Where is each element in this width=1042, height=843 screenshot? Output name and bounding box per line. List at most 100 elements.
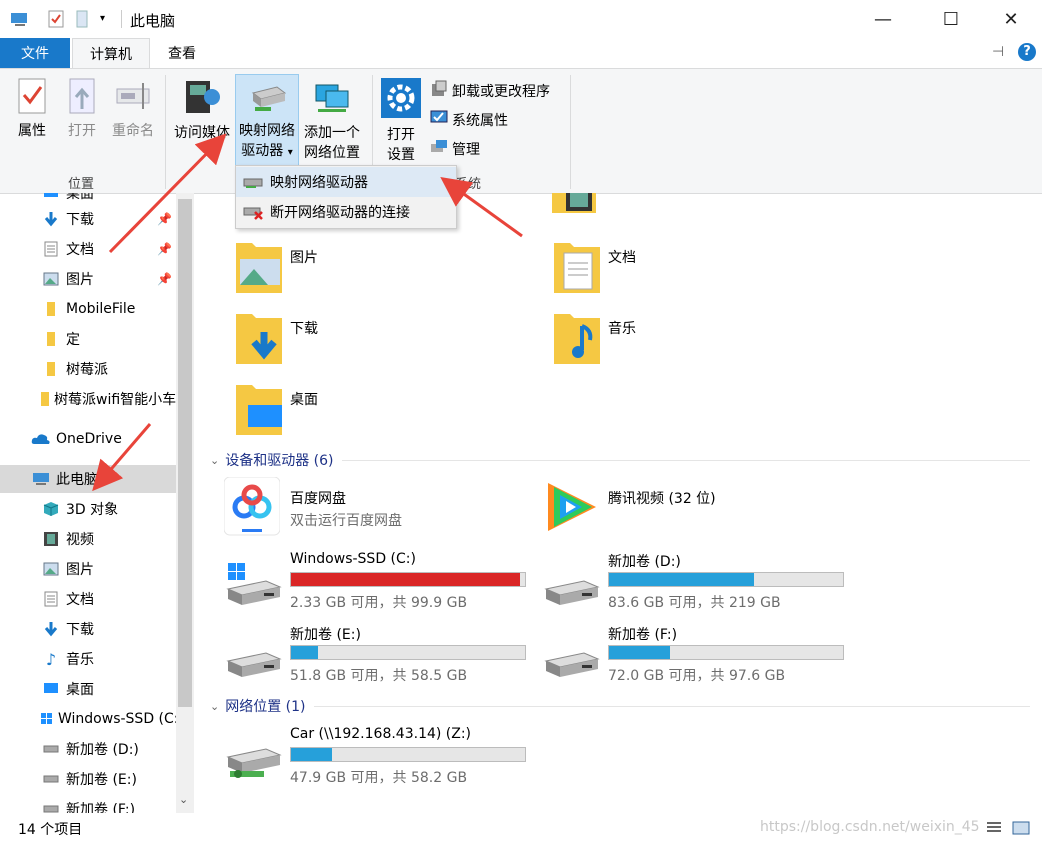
drive-icon[interactable]	[544, 573, 600, 611]
pin-icon[interactable]: 📌	[157, 212, 172, 226]
nav-label: 新加卷 (F:)	[66, 802, 136, 813]
drive-usage-bar	[608, 645, 844, 660]
title-separator	[121, 10, 122, 28]
folder-name[interactable]: 下载	[290, 318, 318, 338]
music-note-icon: ♪	[45, 649, 57, 669]
nav-label: 树莓派	[66, 362, 108, 378]
pictures-icon	[40, 272, 62, 286]
documents-folder-icon[interactable]	[552, 239, 602, 299]
access-media-button[interactable]: 访问媒体 ▾	[170, 77, 234, 153]
network-section-header[interactable]: ⌄ 网络位置 (1)	[210, 696, 1030, 716]
customize-quick-access-icon[interactable]: ▾	[100, 13, 105, 24]
add-network-location-button[interactable]: 添加一个 网络位置	[301, 77, 363, 163]
system-group-label: 系统	[455, 177, 482, 192]
tab-view[interactable]: 查看	[152, 38, 212, 68]
nav-volume-d[interactable]: 新加卷 (D:)	[0, 735, 176, 763]
nav-documents-2[interactable]: 文档	[0, 585, 176, 613]
nav-raspberry[interactable]: 树莓派	[0, 355, 176, 383]
map-drive-label-line2: 驱动器 ▾	[241, 143, 293, 159]
uninstall-button[interactable]: 卸载或更改程序	[430, 80, 550, 102]
nav-windows-ssd[interactable]: Windows-SSD (C:)	[0, 705, 176, 733]
network-drive-icon	[247, 86, 287, 119]
network-drive-icon[interactable]	[226, 741, 282, 785]
drive-name[interactable]: Car (\\192.168.43.14) (Z:)	[290, 726, 471, 742]
nav-ding[interactable]: 定	[0, 325, 176, 353]
menu-item-disconnect-network-drive[interactable]: 断开网络驱动器的连接	[236, 197, 456, 227]
properties-quick-icon[interactable]	[48, 10, 64, 32]
nav-videos[interactable]: 视频	[0, 525, 176, 553]
pin-icon[interactable]: 📌	[157, 242, 172, 256]
tencent-name[interactable]: 腾讯视频 (32 位)	[608, 488, 716, 508]
large-icons-view-icon[interactable]	[1012, 821, 1030, 839]
drive-icon[interactable]	[544, 645, 600, 683]
music-folder-icon[interactable]	[552, 310, 602, 370]
scroll-thumb[interactable]	[178, 199, 192, 707]
system-properties-button[interactable]: 系统属性	[430, 109, 508, 131]
nav-scrollbar[interactable]: ⌄	[176, 193, 194, 813]
nav-desktop[interactable]: 桌面	[0, 675, 176, 703]
collapse-chevron-icon[interactable]: ⌄	[210, 700, 219, 713]
nav-volume-e[interactable]: 新加卷 (E:)	[0, 765, 176, 793]
open-button[interactable]: 打开	[62, 77, 102, 141]
scroll-down-icon[interactable]: ⌄	[179, 793, 188, 806]
help-icon[interactable]: ?	[1018, 43, 1036, 61]
rename-button[interactable]: 重命名	[108, 77, 158, 141]
window-title: 此电脑	[130, 12, 176, 30]
drive-icon[interactable]	[226, 645, 282, 683]
nav-pictures[interactable]: 图片 📌	[0, 265, 176, 293]
baidu-name[interactable]: 百度网盘	[290, 488, 346, 508]
tab-computer[interactable]: 计算机	[72, 38, 150, 68]
drive-icon	[40, 774, 62, 784]
pin-icon[interactable]: 📌	[157, 272, 172, 286]
menu-item-map-network-drive[interactable]: 映射网络驱动器	[236, 167, 456, 197]
drive-name[interactable]: 新加卷 (E:)	[290, 624, 361, 644]
devices-section-header[interactable]: ⌄ 设备和驱动器 (6)	[210, 450, 1030, 470]
folder-name[interactable]: 文档	[608, 247, 636, 267]
open-settings-button[interactable]: 打开 设置	[378, 77, 424, 165]
pin-ribbon-icon[interactable]: ⊣	[992, 44, 1004, 60]
manage-button[interactable]: 管理	[430, 138, 480, 160]
open-icon	[65, 78, 99, 119]
new-folder-quick-icon[interactable]	[76, 10, 88, 32]
nav-music[interactable]: ♪ 音乐	[0, 645, 176, 673]
folder-name[interactable]: 图片	[290, 247, 318, 267]
ribbon-tabs: 文件 计算机 查看 ⊣ ?	[0, 38, 1042, 68]
section-title: 设备和驱动器 (6)	[225, 453, 334, 469]
videos-folder-icon[interactable]	[552, 193, 602, 221]
desktop-folder-icon[interactable]	[234, 381, 284, 441]
maximize-button[interactable]: ☐	[928, 0, 974, 38]
nav-pictures-2[interactable]: 图片	[0, 555, 176, 583]
drive-name[interactable]: 新加卷 (D:)	[608, 551, 681, 571]
navigation-pane: 桌面 下载 📌 文档 📌 图片 📌 MobileFile 定 树莓派 树莓派wi…	[0, 193, 176, 813]
downloads-folder-icon[interactable]	[234, 310, 284, 370]
map-drive-label-line1: 映射网络	[239, 123, 295, 139]
drive-name[interactable]: Windows-SSD (C:)	[290, 551, 416, 567]
nav-mobilefile[interactable]: MobileFile	[0, 295, 176, 323]
nav-3d-objects[interactable]: 3D 对象	[0, 495, 176, 523]
folder-name[interactable]: 音乐	[608, 318, 636, 338]
nav-downloads-2[interactable]: 下载	[0, 615, 176, 643]
nav-downloads[interactable]: 下载 📌	[0, 205, 176, 233]
folder-icon	[40, 331, 62, 347]
baidu-netdisk-icon[interactable]	[223, 476, 281, 541]
pictures-folder-icon[interactable]	[234, 239, 284, 299]
tencent-video-icon[interactable]	[542, 477, 602, 541]
map-network-drive-button[interactable]: 映射网络 驱动器 ▾	[235, 74, 299, 166]
rename-label: 重命名	[112, 123, 154, 139]
minimize-button[interactable]: —	[860, 0, 906, 38]
nav-documents[interactable]: 文档 📌	[0, 235, 176, 263]
details-view-icon[interactable]	[986, 821, 1002, 839]
nav-onedrive[interactable]: OneDrive	[0, 425, 176, 453]
folder-name[interactable]: 桌面	[290, 389, 318, 409]
windows-drive-icon[interactable]	[226, 563, 282, 611]
drive-usage-fill	[609, 646, 671, 659]
collapse-chevron-icon[interactable]: ⌄	[210, 454, 219, 467]
nav-this-pc[interactable]: 此电脑	[0, 465, 176, 493]
drive-name[interactable]: 新加卷 (F:)	[608, 624, 677, 644]
status-bar: 14 个项目 https://blog.csdn.net/weixin_45	[0, 813, 1042, 843]
properties-button[interactable]: 属性	[10, 77, 54, 141]
nav-volume-f[interactable]: 新加卷 (F:)	[0, 795, 176, 813]
nav-raspberry-wifi[interactable]: 树莓派wifi智能小车	[0, 385, 176, 413]
tab-file[interactable]: 文件	[0, 38, 70, 68]
close-button[interactable]: ✕	[988, 0, 1034, 38]
